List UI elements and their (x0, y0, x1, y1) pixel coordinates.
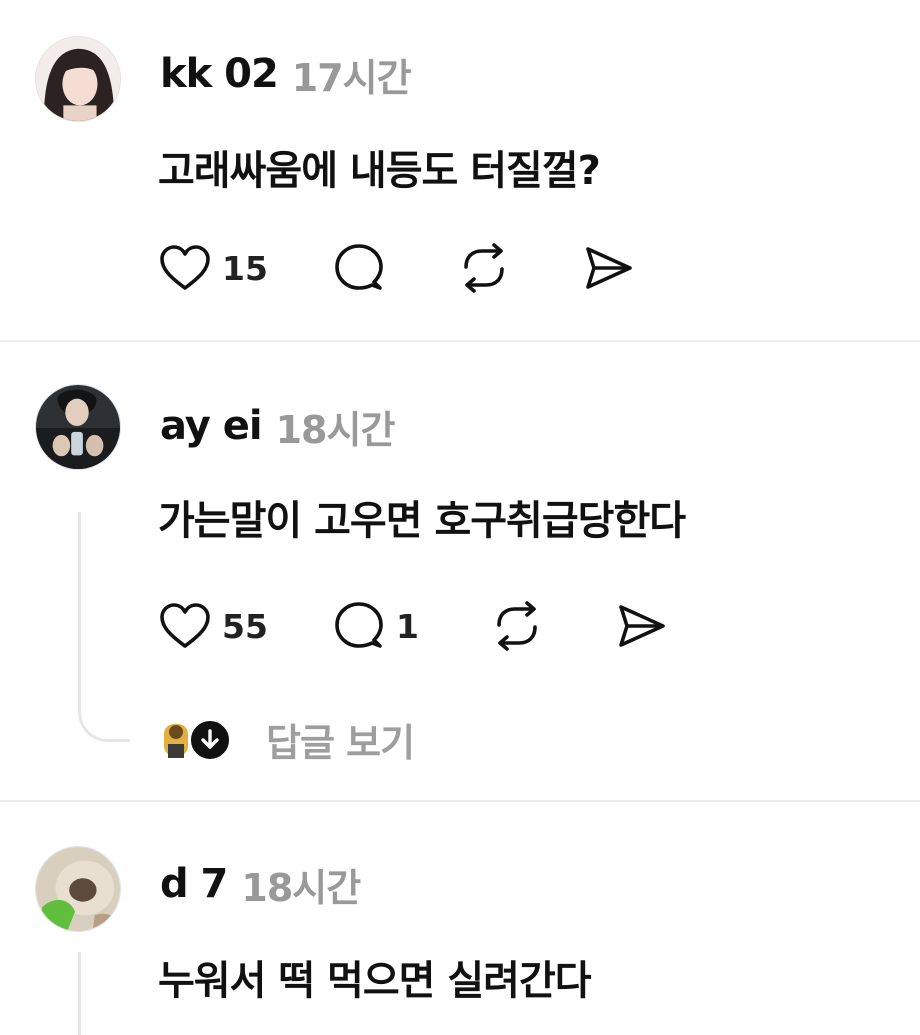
like-count: 15 (222, 248, 268, 288)
thread-line (78, 952, 81, 1035)
comment-button[interactable]: 1 (332, 600, 419, 652)
avatar[interactable] (35, 36, 121, 122)
view-replies-label: 답글 보기 (266, 721, 415, 765)
view-replies-button[interactable]: 답글 보기 (158, 712, 415, 767)
username[interactable]: ay ei (160, 403, 263, 449)
repost-button[interactable] (489, 601, 545, 651)
action-bar: 55 1 (158, 598, 669, 654)
post-header: d 7 18시간 (160, 854, 361, 914)
username[interactable]: d 7 (160, 861, 228, 907)
like-button[interactable]: 55 (158, 601, 268, 651)
heart-icon (160, 603, 210, 648)
avatar[interactable] (35, 846, 121, 932)
arrow-down-icon (188, 717, 232, 762)
timestamp: 17시간 (291, 55, 412, 100)
thread-line (78, 512, 130, 742)
thread-feed: kk 02 17시간 고래싸움에 내등도 터질껄? 15 ay ei 18시간 … (0, 0, 920, 1035)
repost-icon (464, 243, 504, 293)
post-header: ay ei 18시간 (160, 396, 396, 456)
share-icon (586, 247, 632, 289)
repost-button[interactable] (456, 243, 512, 293)
repost-icon (497, 601, 537, 651)
post: ay ei 18시간 가는말이 고우면 호구취급당한다 55 1 답글 보기 (0, 342, 920, 800)
post: d 7 18시간 누워서 떡 먹으면 실려간다 (0, 802, 920, 1035)
comment-button[interactable] (332, 242, 386, 294)
timestamp: 18시간 (241, 865, 361, 910)
like-button[interactable]: 15 (158, 243, 268, 293)
username[interactable]: kk 02 (160, 51, 279, 97)
comment-icon (335, 244, 383, 290)
post-text: 고래싸움에 내등도 터질껄? (158, 148, 601, 194)
share-button[interactable] (615, 601, 669, 651)
post-text: 누워서 떡 먹으면 실려간다 (158, 958, 592, 1004)
avatar[interactable] (35, 384, 121, 470)
post-header: kk 02 17시간 (160, 44, 412, 104)
comment-icon (335, 602, 383, 648)
like-count: 55 (222, 606, 268, 646)
post: kk 02 17시간 고래싸움에 내등도 터질껄? 15 (0, 0, 920, 340)
comment-count: 1 (395, 606, 419, 646)
timestamp: 18시간 (275, 407, 396, 452)
share-icon (619, 605, 665, 647)
post-text: 가는말이 고우면 호구취급당한다 (158, 498, 686, 544)
heart-icon (160, 245, 210, 290)
share-button[interactable] (582, 243, 636, 293)
action-bar: 15 (158, 240, 636, 296)
